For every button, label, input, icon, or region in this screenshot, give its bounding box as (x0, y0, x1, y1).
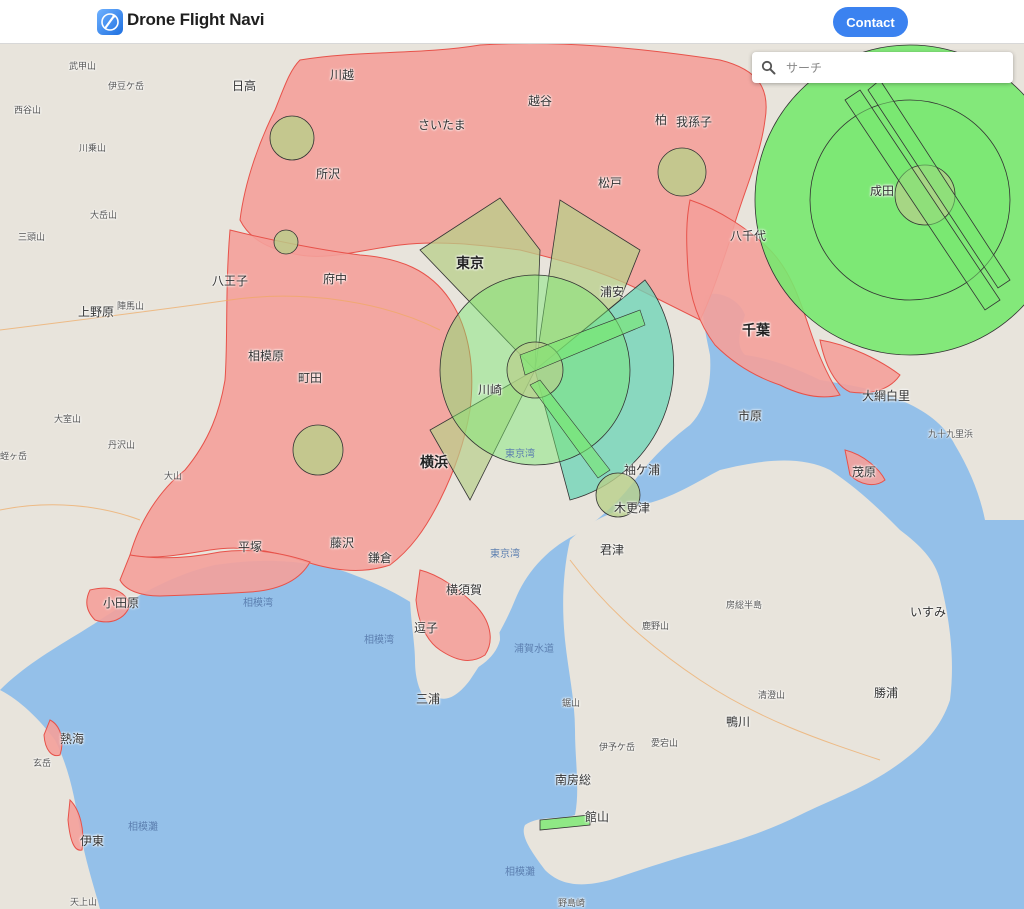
drone-logo-icon[interactable] (97, 9, 123, 35)
search-icon (761, 60, 776, 75)
search-input[interactable] (784, 57, 1008, 79)
map-canvas[interactable]: 日高 川越 越谷 さいたま 柏 我孫子 松戸 所沢 成田 八千代 八王子 府中 … (0, 43, 1024, 909)
drone-logo-glyph (101, 13, 119, 31)
map-layer (0, 43, 1024, 909)
app-title[interactable]: Drone Flight Navi (127, 10, 265, 30)
search-box[interactable] (752, 52, 1013, 83)
app-header: Drone Flight Navi Contact (0, 0, 1024, 44)
contact-button[interactable]: Contact (833, 7, 908, 37)
